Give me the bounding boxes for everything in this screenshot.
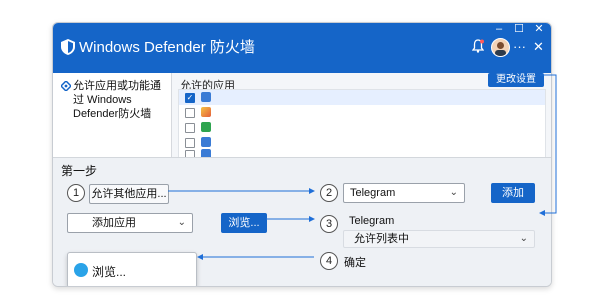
sidebar: 允许应用或功能通过 Windows Defender防火墙 — [53, 73, 172, 157]
sidebar-item-label: 允许应用或功能通过 Windows Defender防火墙 — [73, 80, 161, 120]
user-avatar[interactable] — [491, 38, 510, 57]
list-item[interactable] — [179, 105, 545, 120]
app-status-value: 允许列表中 — [354, 233, 409, 245]
list-item[interactable]: ✓ — [179, 90, 545, 105]
main-panel: 允许的应用 更改设置 ✓ — [172, 73, 551, 159]
app-status-combo[interactable]: 允许列表中 ⌄ — [343, 230, 535, 248]
photos-icon — [201, 107, 211, 117]
step-4-number: 4 — [320, 252, 338, 270]
chevron-down-icon: ⌄ — [449, 187, 458, 198]
dropdown-item-browse[interactable]: 浏览... — [92, 263, 126, 280]
steps-panel: 第一步 1 允许其他应用... 2 Telegram ⌄ 添加 添加应用 ⌄ 浏… — [53, 157, 551, 286]
window-close-button[interactable]: ✕ — [531, 23, 547, 36]
app-select-value: Telegram — [350, 187, 396, 199]
selected-app-name: Telegram — [349, 215, 395, 227]
screen: – ☐ ✕ Windows Defender 防火墙 ··· ✕ 允许应用或功能… — [0, 0, 600, 300]
change-settings-button[interactable]: 更改设置 — [488, 73, 544, 87]
confirm-label[interactable]: 确定 — [344, 254, 366, 270]
maximize-button[interactable]: ☐ — [511, 23, 527, 36]
app-select-combo[interactable]: Telegram ⌄ — [343, 183, 465, 203]
allow-other-app-button[interactable]: 允许其他应用... — [89, 184, 169, 204]
notification-bell-icon[interactable] — [471, 39, 485, 57]
browse-app-icon — [74, 263, 88, 277]
allowed-apps-list: ✓ — [178, 89, 546, 159]
diamond-icon — [61, 81, 71, 91]
browse-button[interactable]: 浏览... — [221, 213, 267, 233]
add-app-combo[interactable]: 添加应用 ⌄ — [67, 213, 193, 233]
app-checkbox[interactable] — [185, 123, 195, 133]
add-app-combo-value: 添加应用 — [92, 217, 136, 229]
chevron-down-icon: ⌄ — [519, 233, 528, 244]
step-1-number: 1 — [67, 184, 85, 202]
contacts-icon — [201, 137, 211, 147]
more-options-button[interactable]: ··· — [513, 39, 526, 55]
chevron-down-icon: ⌄ — [177, 217, 186, 228]
step-2-number: 2 — [320, 184, 338, 202]
sidebar-item-allow-apps[interactable]: 允许应用或功能通过 Windows Defender防火墙 — [61, 79, 169, 121]
steps-title: 第一步 — [61, 164, 98, 178]
defender-shield-icon — [61, 39, 75, 55]
clipboard-icon — [201, 92, 211, 102]
calendar-icon — [201, 122, 211, 132]
app-checkbox[interactable] — [185, 108, 195, 118]
title-bar: – ☐ ✕ Windows Defender 防火墙 ··· ✕ — [53, 23, 551, 73]
firewall-window: – ☐ ✕ Windows Defender 防火墙 ··· ✕ 允许应用或功能… — [52, 22, 552, 287]
minimize-button[interactable]: – — [491, 23, 507, 36]
add-app-dropdown: 浏览... — [67, 252, 197, 286]
add-button[interactable]: 添加 — [491, 183, 535, 203]
list-item[interactable] — [179, 120, 545, 135]
step-3-number: 3 — [320, 215, 338, 233]
close-button[interactable]: ✕ — [533, 39, 544, 55]
window-title: Windows Defender 防火墙 — [79, 39, 255, 56]
app-checkbox[interactable]: ✓ — [185, 93, 195, 103]
